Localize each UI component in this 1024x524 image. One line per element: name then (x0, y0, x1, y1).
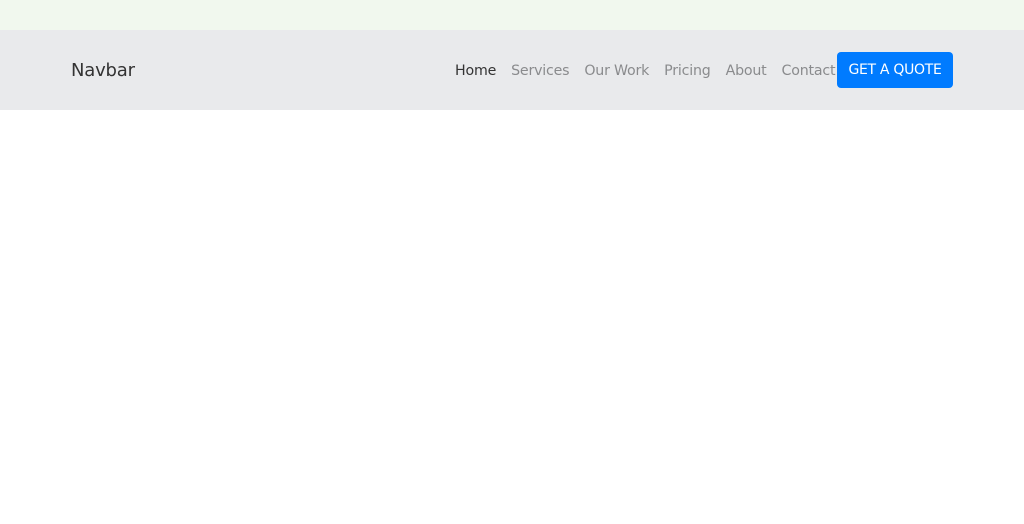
navbar-brand[interactable]: Navbar (71, 59, 135, 83)
nav-link-our-work[interactable]: Our Work (584, 61, 649, 81)
main-content (0, 110, 1024, 524)
nav-link-home[interactable]: Home (455, 61, 496, 81)
navbar: Navbar Home Services Our Work Pricing Ab… (0, 30, 1024, 110)
nav-links: Home Services Our Work Pricing About Con… (455, 61, 836, 81)
nav-link-about[interactable]: About (726, 61, 767, 81)
top-band (0, 0, 1024, 30)
nav-link-contact[interactable]: Contact (782, 61, 836, 81)
nav-link-pricing[interactable]: Pricing (664, 61, 711, 81)
nav-link-services[interactable]: Services (511, 61, 569, 81)
get-a-quote-button[interactable]: GET A QUOTE (837, 52, 953, 88)
